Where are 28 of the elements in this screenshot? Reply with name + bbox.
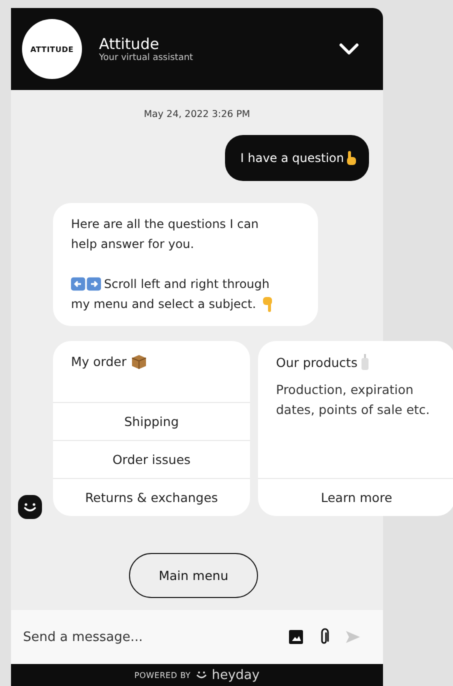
card-title: Our products [276,354,358,370]
bot-name: Attitude [99,35,160,53]
paperclip-icon[interactable] [319,628,329,646]
brand-name: heyday [212,668,260,682]
left-right-arrows-icon [71,277,101,291]
card-option-button[interactable]: Order issues [53,440,250,478]
main-menu-button[interactable]: Main menu [129,553,258,598]
user-message-text: I have a question [240,151,344,165]
card-option-button[interactable]: Shipping [53,402,250,440]
bot-subtitle: Your virtual assistant [99,53,194,63]
collapse-chevron-icon[interactable] [339,43,359,55]
powered-by-label: POWERED BY [134,670,191,680]
bottle-icon [361,354,370,370]
card-description: Production, expiration dates, points of sale etc. [276,381,431,419]
card-option-button[interactable]: Returns & exchanges [53,478,250,516]
smiley-avatar-icon [18,495,42,519]
message-input[interactable]: Send a message... [21,628,273,646]
bot-instruction-text: my menu and select a subject. [71,296,256,313]
bot-message-text: Here are all the questions I can help answer for you. [71,216,260,253]
card-option-button[interactable]: Learn more [258,478,453,516]
pointing-hand-icon [346,150,357,166]
bot-instruction-text: Scroll left and right through [104,276,270,293]
package-icon [130,354,146,369]
image-icon[interactable] [289,630,303,644]
message-timestamp: May 24, 2022 3:26 PM [144,109,250,120]
pointing-down-hand-icon [262,296,274,312]
smile-icon [196,671,207,679]
card-title: My order [71,354,126,369]
